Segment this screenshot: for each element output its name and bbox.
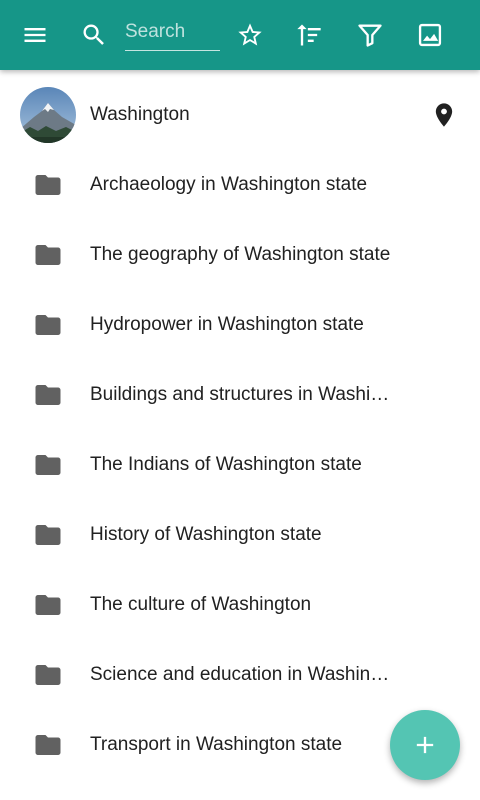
filter-icon[interactable] xyxy=(350,15,390,55)
folder-icon xyxy=(20,507,76,563)
list-item-label: The geography of Washington state xyxy=(90,244,391,265)
folder-icon xyxy=(20,227,76,283)
add-fab-button[interactable] xyxy=(390,710,460,780)
folder-icon xyxy=(20,647,76,703)
list-item-label: Archaeology in Washington state xyxy=(90,174,368,195)
folder-icon xyxy=(20,717,76,773)
list-item-label: The culture of Washington xyxy=(90,594,312,615)
menu-icon[interactable] xyxy=(15,15,55,55)
image-icon[interactable] xyxy=(410,15,450,55)
category-list: Washington Archaeology in Washington sta… xyxy=(0,80,480,780)
list-item[interactable]: Archaeology in Washington state xyxy=(0,150,480,220)
list-item-label: Buildings and structures in Washington s… xyxy=(90,384,392,405)
list-item[interactable]: Science and education in Washington stat… xyxy=(0,640,480,710)
folder-icon xyxy=(20,437,76,493)
list-item-label: History of Washington state xyxy=(90,524,322,545)
list-item[interactable]: History of Washington state xyxy=(0,500,480,570)
map-marker-icon[interactable] xyxy=(430,101,458,129)
folder-icon xyxy=(20,577,76,633)
list-item[interactable]: Hydropower in Washington state xyxy=(0,290,480,360)
folder-icon xyxy=(20,367,76,423)
list-item[interactable]: The geography of Washington state xyxy=(0,220,480,290)
avatar-wrapper xyxy=(20,87,76,143)
list-item-label: Science and education in Washington stat… xyxy=(90,664,392,685)
list-item[interactable]: The culture of Washington xyxy=(0,570,480,640)
search-input[interactable] xyxy=(125,14,220,51)
app-toolbar xyxy=(0,0,480,70)
folder-icon xyxy=(20,157,76,213)
plus-icon xyxy=(416,736,434,754)
folder-icon xyxy=(20,297,76,353)
list-item[interactable]: Buildings and structures in Washington s… xyxy=(0,360,480,430)
list-item[interactable]: The Indians of Washington state xyxy=(0,430,480,500)
star-outline-icon[interactable] xyxy=(230,15,270,55)
sort-icon[interactable] xyxy=(289,15,329,55)
avatar xyxy=(20,87,76,143)
list-item-label: Hydropower in Washington state xyxy=(90,314,364,335)
list-item-header[interactable]: Washington xyxy=(0,80,480,150)
header-item-title: Washington xyxy=(90,104,190,125)
list-item-label: The Indians of Washington state xyxy=(90,454,362,475)
search-icon[interactable] xyxy=(74,15,114,55)
list-item-label: Transport in Washington state xyxy=(90,734,343,755)
